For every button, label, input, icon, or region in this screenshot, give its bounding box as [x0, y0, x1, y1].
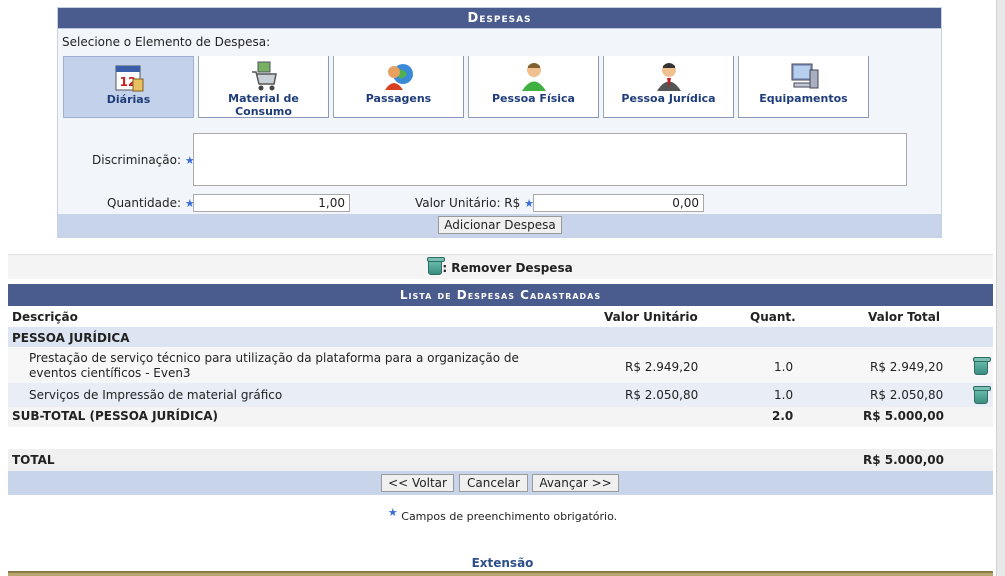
- subtotal-row: SUB-TOTAL (PESSOA JURÍDICA) 2.0 R$ 5.000…: [8, 407, 993, 427]
- element-label: Equipamentos: [759, 92, 848, 105]
- item-valor-total: R$ 2.949,20: [870, 360, 944, 374]
- required-star-icon: ★: [387, 506, 398, 519]
- element-label: Diárias: [106, 93, 151, 106]
- remover-despesa-legend: : Remover Despesa: [8, 254, 993, 279]
- vertical-scrollbar[interactable]: [996, 0, 1005, 576]
- total-label: TOTAL: [12, 453, 55, 467]
- table-row: Serviços de Impressão de material gráfic…: [8, 383, 993, 407]
- item-descricao: Prestação de serviço técnico para utiliz…: [29, 351, 519, 365]
- table-header-row: Descrição Valor Unitário Quant. Valor To…: [8, 306, 993, 327]
- element-label: Passagens: [365, 92, 432, 105]
- discriminacao-textarea[interactable]: [193, 133, 907, 186]
- subtotal-label: SUB-TOTAL (PESSOA JURÍDICA): [12, 409, 218, 423]
- element-pessoa-fisica[interactable]: Pessoa Física: [468, 56, 599, 118]
- item-quant: 1.0: [774, 360, 794, 374]
- total-row: TOTAL R$ 5.000,00: [8, 449, 993, 471]
- shopping-cart-icon: [248, 60, 280, 92]
- spacer-row: [8, 427, 993, 449]
- header-descricao: Descrição: [12, 310, 78, 324]
- trash-icon: [427, 256, 446, 275]
- item-descricao-cont: eventos científicos - Even3: [29, 366, 191, 380]
- select-element-label: Selecione o Elemento de Despesa:: [62, 35, 271, 49]
- required-fields-note: ★ Campos de preenchimento obrigatório.: [387, 506, 618, 523]
- subtotal-valor: R$ 5.000,00: [863, 409, 944, 423]
- element-equipamentos[interactable]: Equipamentos: [738, 56, 869, 118]
- element-label: Pessoa Jurídica: [621, 92, 716, 105]
- element-passagens[interactable]: Passagens: [333, 56, 464, 118]
- header-valor-unitario: Valor Unitário: [604, 310, 698, 324]
- businessman-icon: [653, 60, 685, 92]
- lista-title: Lista de Despesas Cadastradas: [8, 284, 993, 306]
- item-valor-unitario: R$ 2.949,20: [625, 360, 699, 374]
- item-descricao: Serviços de Impressão de material gráfic…: [29, 388, 283, 402]
- voltar-button[interactable]: << Voltar: [381, 474, 454, 492]
- avancar-button[interactable]: Avançar >>: [532, 474, 619, 492]
- cancelar-button[interactable]: Cancelar: [459, 474, 528, 492]
- remove-item-trash-icon[interactable]: [973, 357, 991, 375]
- calendar-icon: 12: [113, 61, 145, 93]
- remove-item-trash-icon[interactable]: [973, 386, 991, 404]
- valor-unitario-input[interactable]: 0,00: [533, 194, 704, 212]
- item-valor-total: R$ 2.050,80: [870, 388, 944, 402]
- footer-bar: [8, 571, 993, 576]
- discriminacao-label: Discriminação: ★: [92, 153, 195, 167]
- header-quant: Quant.: [750, 310, 796, 324]
- element-label: Pessoa Física: [492, 92, 575, 105]
- group-row: PESSOA JURÍDICA: [8, 327, 993, 347]
- item-quant: 1.0: [774, 388, 794, 402]
- extensao-footer-link[interactable]: Extensão: [0, 556, 1005, 570]
- element-pessoa-juridica[interactable]: Pessoa Jurídica: [603, 56, 734, 118]
- group-label: PESSOA JURÍDICA: [12, 331, 130, 345]
- despesa-button-bar: Adicionar Despesa: [58, 214, 941, 237]
- expense-element-tabs: 12 Diárias Material de Consumo Passagens…: [63, 56, 873, 118]
- globe-person-icon: [383, 60, 415, 92]
- quantidade-label: Quantidade: ★: [107, 196, 195, 210]
- valor-unitario-label: Valor Unitário: R$ ★: [415, 196, 534, 210]
- despesas-panel: Despesas Selecione o Elemento de Despesa…: [57, 7, 942, 238]
- subtotal-quant: 2.0: [772, 409, 794, 423]
- nav-button-bar: << Voltar Cancelar Avançar >>: [8, 471, 993, 495]
- total-valor: R$ 5.000,00: [863, 453, 944, 467]
- element-material-consumo[interactable]: Material de Consumo: [198, 56, 329, 118]
- adicionar-despesa-button[interactable]: Adicionar Despesa: [438, 216, 562, 234]
- computer-icon: [788, 60, 820, 92]
- lista-despesas-table: Lista de Despesas Cadastradas Descrição …: [8, 284, 993, 495]
- item-valor-unitario: R$ 2.050,80: [625, 388, 699, 402]
- despesas-title: Despesas: [58, 8, 941, 29]
- quantidade-input[interactable]: 1,00: [193, 194, 350, 212]
- header-valor-total: Valor Total: [868, 310, 940, 324]
- person-icon: [518, 60, 550, 92]
- table-row: Prestação de serviço técnico para utiliz…: [8, 347, 993, 383]
- element-label: Material de Consumo: [228, 92, 299, 118]
- element-diarias[interactable]: 12 Diárias: [63, 56, 194, 118]
